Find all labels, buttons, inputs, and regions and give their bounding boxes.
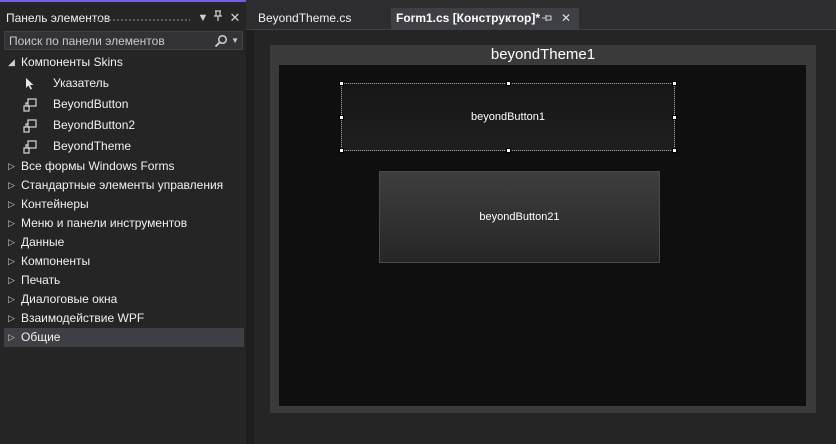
resize-handle[interactable]	[339, 148, 344, 153]
toolbox-item-beyondtheme[interactable]: BeyondTheme	[4, 137, 244, 156]
item-label: BeyondButton	[53, 97, 129, 111]
toolbox-item-pointer[interactable]: Указатель	[4, 74, 244, 93]
pointer-icon	[22, 76, 38, 92]
expand-arrow-icon[interactable]: ▷	[8, 195, 18, 214]
group-all-windows-forms[interactable]: ▷ Все формы Windows Forms	[4, 157, 244, 176]
beyond-button-21[interactable]: beyondButton21	[379, 171, 660, 263]
form-title: beyondTheme1	[490, 46, 596, 63]
item-label: BeyondTheme	[53, 139, 132, 153]
expand-arrow-icon[interactable]: ▷	[8, 328, 18, 347]
group-label: Контейнеры	[21, 197, 89, 211]
group-label: Все формы Windows Forms	[21, 159, 175, 173]
collapse-arrow-icon[interactable]: ◢	[8, 53, 18, 72]
resize-handle[interactable]	[506, 81, 511, 86]
group-components[interactable]: ▷ Компоненты	[4, 252, 244, 271]
expand-arrow-icon[interactable]: ▷	[8, 290, 18, 309]
resize-handle[interactable]	[672, 115, 677, 120]
group-label: Печать	[21, 273, 61, 287]
item-label: BeyondButton2	[53, 118, 136, 132]
group-skins[interactable]: ◢ Компоненты Skins	[4, 53, 244, 72]
resize-handle[interactable]	[672, 81, 677, 86]
resize-handle[interactable]	[339, 81, 344, 86]
tab-label: Form1.cs [Конструктор]*	[396, 11, 541, 25]
expand-arrow-icon[interactable]: ▷	[8, 157, 18, 176]
expand-arrow-icon[interactable]: ▷	[8, 252, 18, 271]
group-dialogs[interactable]: ▷ Диалоговые окна	[4, 290, 244, 309]
component-icon	[22, 139, 38, 155]
close-icon[interactable]: ✕	[559, 8, 573, 29]
tab-beyondtheme-cs[interactable]: BeyondTheme.cs	[252, 8, 388, 29]
panel-accent-bar	[0, 0, 246, 2]
document-tab-strip: BeyondTheme.cs Form1.cs [Конструктор]* ✕	[246, 0, 836, 29]
expand-arrow-icon[interactable]: ▷	[8, 271, 18, 290]
pin-icon[interactable]	[211, 10, 225, 26]
group-label: Стандартные элементы управления	[21, 178, 224, 192]
component-icon	[22, 118, 38, 134]
search-icon[interactable]	[214, 34, 228, 48]
beyond-button-1[interactable]: beyondButton1	[341, 83, 675, 151]
group-common-controls[interactable]: ▷ Стандартные элементы управления	[4, 176, 244, 195]
pin-icon[interactable]	[540, 8, 554, 29]
group-label: Данные	[21, 235, 65, 249]
drag-grip[interactable]	[88, 18, 190, 23]
group-label: Компоненты	[21, 254, 91, 268]
group-menus-toolbars[interactable]: ▷ Меню и панели инструментов	[4, 214, 244, 233]
tab-label: BeyondTheme.cs	[258, 11, 352, 25]
dropdown-arrow-icon[interactable]: ▼	[196, 10, 210, 26]
group-label: Меню и панели инструментов	[21, 216, 188, 230]
group-containers[interactable]: ▷ Контейнеры	[4, 195, 244, 214]
group-label: Диалоговые окна	[21, 292, 118, 306]
group-data[interactable]: ▷ Данные	[4, 233, 244, 252]
group-label: Компоненты Skins	[21, 55, 123, 69]
toolbox-item-beyondbutton2[interactable]: BeyondButton2	[4, 116, 244, 135]
item-label: Указатель	[53, 76, 109, 90]
toolbox-item-beyondbutton[interactable]: BeyondButton	[4, 95, 244, 114]
expand-arrow-icon[interactable]: ▷	[8, 214, 18, 233]
group-label: Общие	[21, 330, 61, 344]
group-general[interactable]: ▷ Общие	[4, 328, 244, 347]
close-icon[interactable]: ✕	[228, 10, 242, 26]
search-input[interactable]	[9, 33, 209, 48]
expand-arrow-icon[interactable]: ▷	[8, 176, 18, 195]
group-label: Взаимодействие WPF	[21, 311, 145, 325]
tab-form1-designer[interactable]: Form1.cs [Конструктор]* ✕	[391, 8, 579, 29]
group-wpf-interop[interactable]: ▷ Взаимодействие WPF	[4, 309, 244, 328]
resize-handle[interactable]	[506, 148, 511, 153]
expand-arrow-icon[interactable]: ▷	[8, 233, 18, 252]
resize-handle[interactable]	[339, 115, 344, 120]
component-icon	[22, 97, 38, 113]
expand-arrow-icon[interactable]: ▷	[8, 309, 18, 328]
toolbox-header[interactable]: Панель элементов ▼ ✕	[0, 9, 246, 29]
search-options-arrow-icon[interactable]: ▼	[231, 33, 239, 49]
toolbox-search: ▼	[4, 31, 243, 50]
group-printing[interactable]: ▷ Печать	[4, 271, 244, 290]
resize-handle[interactable]	[672, 148, 677, 153]
toolbox-panel: Панель элементов ▼ ✕ ▼ ◢ Компоненты Skin…	[0, 0, 246, 444]
